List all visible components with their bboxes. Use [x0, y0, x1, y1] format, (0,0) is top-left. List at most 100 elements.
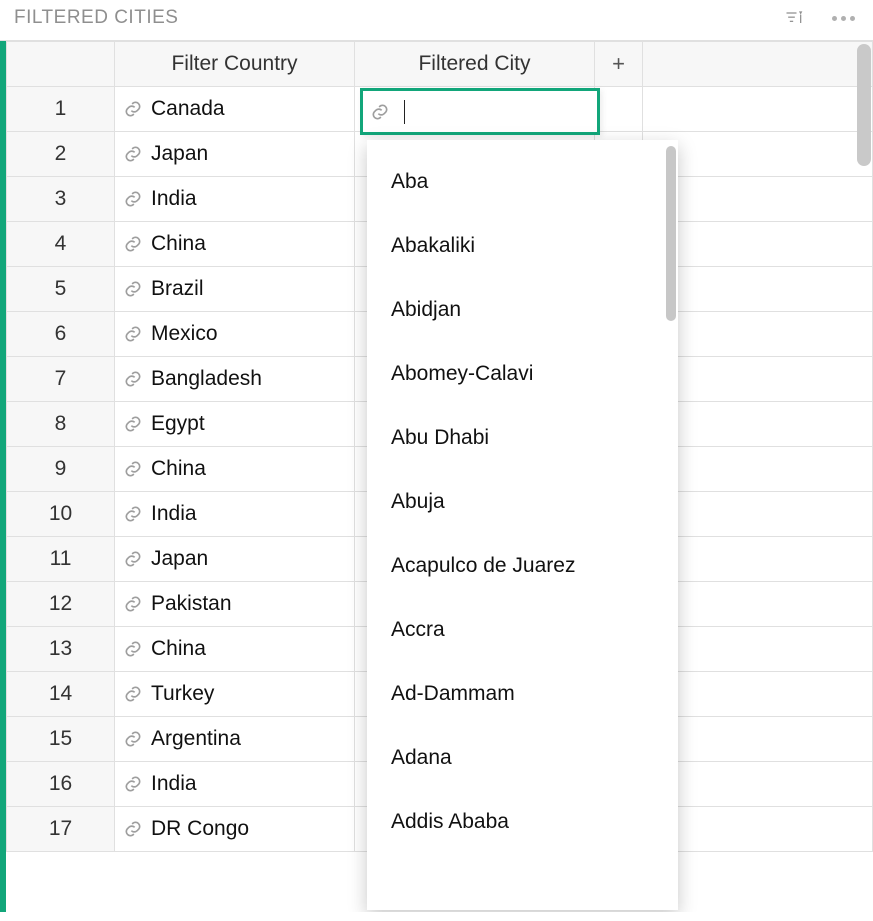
row-number[interactable]: 6	[7, 312, 115, 357]
row-number[interactable]: 4	[7, 222, 115, 267]
cell-country[interactable]: Argentina	[115, 717, 355, 762]
cell-filler-1	[595, 87, 643, 132]
text-cursor	[404, 100, 405, 124]
dropdown-item[interactable]: Addis Ababa	[367, 790, 678, 854]
header-filler	[643, 42, 873, 87]
country-value: Japan	[151, 547, 208, 571]
row-number[interactable]: 16	[7, 762, 115, 807]
row-number[interactable]: 9	[7, 447, 115, 492]
cell-country[interactable]: Japan	[115, 537, 355, 582]
country-value: Mexico	[151, 322, 218, 346]
link-icon	[123, 99, 143, 119]
country-value: DR Congo	[151, 817, 249, 841]
dropdown-item[interactable]: Abomey-Calavi	[367, 342, 678, 406]
app-root: FILTERED CITIES	[0, 0, 873, 921]
row-number[interactable]: 12	[7, 582, 115, 627]
link-icon	[123, 324, 143, 344]
row-number[interactable]: 14	[7, 672, 115, 717]
dropdown-item[interactable]: Acapulco de Juarez	[367, 534, 678, 598]
dropdown-item[interactable]: Ad-Dammam	[367, 662, 678, 726]
dropdown-item[interactable]: Aba	[367, 150, 678, 214]
country-value: Pakistan	[151, 592, 232, 616]
link-icon	[123, 684, 143, 704]
country-value: Bangladesh	[151, 367, 262, 391]
link-icon	[123, 414, 143, 434]
data-grid[interactable]: Filter Country Filtered City + 1 Canada	[6, 41, 873, 912]
row-number[interactable]: 13	[7, 627, 115, 672]
city-autocomplete-dropdown[interactable]: Aba Abakaliki Abidjan Abomey-Calavi Abu …	[367, 140, 678, 910]
link-icon	[123, 369, 143, 389]
link-icon	[123, 819, 143, 839]
country-value: Turkey	[151, 682, 214, 706]
dropdown-scrollbar-thumb[interactable]	[666, 146, 676, 321]
country-value: China	[151, 457, 206, 481]
cell-country[interactable]: Egypt	[115, 402, 355, 447]
cell-country[interactable]: India	[115, 177, 355, 222]
column-header-country[interactable]: Filter Country	[115, 42, 355, 87]
grid-container: Filter Country Filtered City + 1 Canada	[0, 40, 873, 912]
row-number[interactable]: 10	[7, 492, 115, 537]
country-value: India	[151, 187, 197, 211]
link-icon	[123, 639, 143, 659]
dropdown-item[interactable]: Accra	[367, 598, 678, 662]
link-icon	[123, 594, 143, 614]
cell-filler-2	[643, 87, 873, 132]
add-column-button[interactable]: +	[595, 42, 643, 87]
dropdown-list: Aba Abakaliki Abidjan Abomey-Calavi Abu …	[367, 140, 678, 864]
cell-country[interactable]: DR Congo	[115, 807, 355, 852]
cell-country[interactable]: Brazil	[115, 267, 355, 312]
link-icon	[123, 144, 143, 164]
row-number[interactable]: 17	[7, 807, 115, 852]
row-number[interactable]: 5	[7, 267, 115, 312]
dropdown-item[interactable]: Abuja	[367, 470, 678, 534]
country-value: Brazil	[151, 277, 204, 301]
cell-country[interactable]: Canada	[115, 87, 355, 132]
header-row: Filter Country Filtered City +	[7, 42, 873, 87]
row-number[interactable]: 11	[7, 537, 115, 582]
row-number[interactable]: 8	[7, 402, 115, 447]
dropdown-item[interactable]: Abakaliki	[367, 214, 678, 278]
link-icon	[123, 189, 143, 209]
country-value: Argentina	[151, 727, 241, 751]
country-value: India	[151, 772, 197, 796]
link-icon	[370, 102, 390, 122]
panel-title: FILTERED CITIES	[14, 7, 178, 29]
cell-country[interactable]: Pakistan	[115, 582, 355, 627]
country-value: Canada	[151, 97, 225, 121]
cell-country[interactable]: India	[115, 762, 355, 807]
link-icon	[123, 774, 143, 794]
header-corner	[7, 42, 115, 87]
dropdown-item[interactable]: Abidjan	[367, 278, 678, 342]
country-value: India	[151, 502, 197, 526]
cell-country[interactable]: Bangladesh	[115, 357, 355, 402]
link-icon	[123, 729, 143, 749]
cell-country[interactable]: China	[115, 447, 355, 492]
grid-scrollbar-thumb[interactable]	[857, 44, 871, 166]
link-icon	[123, 504, 143, 524]
row-number[interactable]: 3	[7, 177, 115, 222]
dropdown-item[interactable]: Abu Dhabi	[367, 406, 678, 470]
panel-header: FILTERED CITIES	[0, 0, 873, 40]
row-number[interactable]: 15	[7, 717, 115, 762]
active-cell-editor[interactable]	[360, 88, 600, 135]
filter-icon[interactable]	[782, 6, 806, 30]
more-options-button[interactable]	[828, 12, 859, 25]
row-number[interactable]: 2	[7, 132, 115, 177]
link-icon	[123, 459, 143, 479]
link-icon	[123, 549, 143, 569]
link-icon	[123, 234, 143, 254]
cell-country[interactable]: China	[115, 627, 355, 672]
link-icon	[123, 279, 143, 299]
row-number[interactable]: 1	[7, 87, 115, 132]
country-value: China	[151, 637, 206, 661]
country-value: Egypt	[151, 412, 205, 436]
cell-country[interactable]: Mexico	[115, 312, 355, 357]
column-header-city[interactable]: Filtered City	[355, 42, 595, 87]
cell-country[interactable]: India	[115, 492, 355, 537]
cell-country[interactable]: China	[115, 222, 355, 267]
cell-country[interactable]: Turkey	[115, 672, 355, 717]
country-value: China	[151, 232, 206, 256]
cell-country[interactable]: Japan	[115, 132, 355, 177]
dropdown-item[interactable]: Adana	[367, 726, 678, 790]
row-number[interactable]: 7	[7, 357, 115, 402]
